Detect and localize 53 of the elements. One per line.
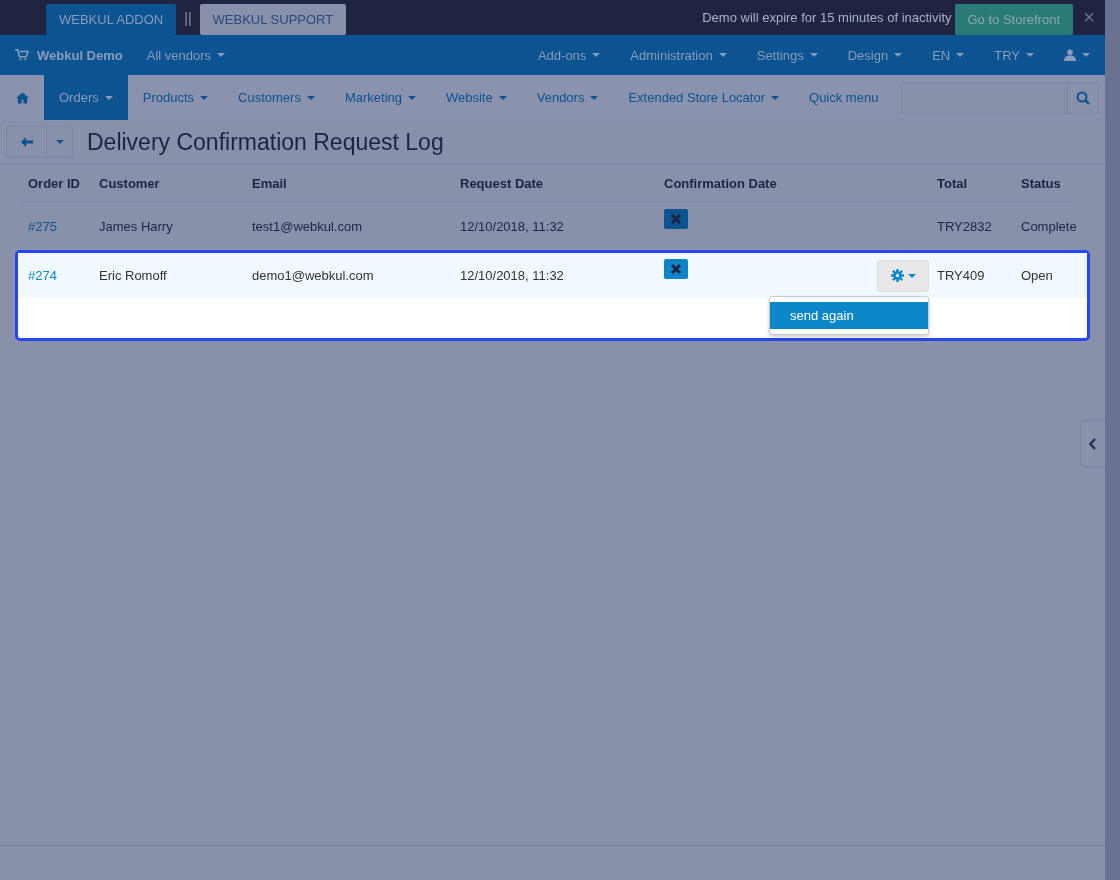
home-icon [15,91,29,104]
table-cell-text: 12/10/2018, 11:32 [460,218,565,234]
nav-tab[interactable]: Marketing [329,75,431,120]
quick-menu-link[interactable]: Quick menu [794,75,894,120]
user-icon [1064,49,1076,61]
table-cell-text: Open [1021,268,1054,283]
nav-menu[interactable]: EN [917,35,980,75]
page-title: Delivery Confirmation Request Log [87,128,444,156]
column-header: Email [252,175,288,191]
order-link[interactable]: #274 [28,268,99,283]
nav-tab[interactable]: Vendors [521,75,614,120]
settings-button[interactable] [877,259,929,292]
nav-menu[interactable]: TRY [979,35,1049,75]
table-cell-text: test1@webkul.com [252,218,364,234]
nav-menu[interactable]: Settings [741,35,833,75]
separator: || [184,9,192,26]
search-field[interactable] [901,81,1099,114]
collapse-tab[interactable] [1080,420,1105,467]
close-button[interactable]: × [1073,6,1105,29]
gear-icon [890,269,904,282]
nav-tab[interactable]: Products [127,75,224,120]
column-header: Total [937,175,969,191]
table-cell-text: 12/10/2018, 11:32 [460,268,565,283]
nav-menu[interactable]: Design [832,35,918,75]
column-header: Request Date [460,175,545,191]
nav-menu[interactable]: Administration [615,35,742,75]
column-header: Order ID [28,175,81,191]
column-header: Status [1021,175,1062,191]
vendor-menu[interactable]: All vendors [146,35,226,75]
nav-tab[interactable]: Customers [223,75,330,120]
chevron-left-icon [1089,437,1097,450]
column-header: Customer [99,175,161,191]
table-cell-text: TRY2832 [937,218,993,234]
top-tab[interactable]: WEBKUL SUPPORT [199,3,347,35]
nav-tab[interactable]: Extended Store Locator [613,75,794,120]
store-name[interactable]: Webkul Demo [37,47,123,63]
table-cell-text: Eric Romoff [99,268,168,283]
table-cell-text: Complete [1021,218,1078,234]
table-cell-text: James Harry [99,218,174,234]
scrollbar[interactable] [1105,0,1120,880]
nav-tab[interactable]: Website [431,75,522,120]
top-tab[interactable]: WEBKUL ADDON [46,3,177,35]
column-header: Confirmation Date [664,175,778,191]
back-arrow-icon [20,137,33,147]
menu-item[interactable]: send again [770,301,928,329]
table-cell-text: TRY409 [937,268,986,283]
nav-tab[interactable]: Orders [44,75,128,120]
cart-icon [15,49,29,61]
expiry-notice: Demo will expire for 15 minutes of inactivity [702,10,952,25]
storefront-button[interactable]: Go to Storefront [954,3,1073,35]
nav-menu[interactable]: Add-ons [522,35,616,75]
table-cell-text: demo1@webkul.com [252,268,375,283]
order-link[interactable]: #275 [28,218,99,234]
